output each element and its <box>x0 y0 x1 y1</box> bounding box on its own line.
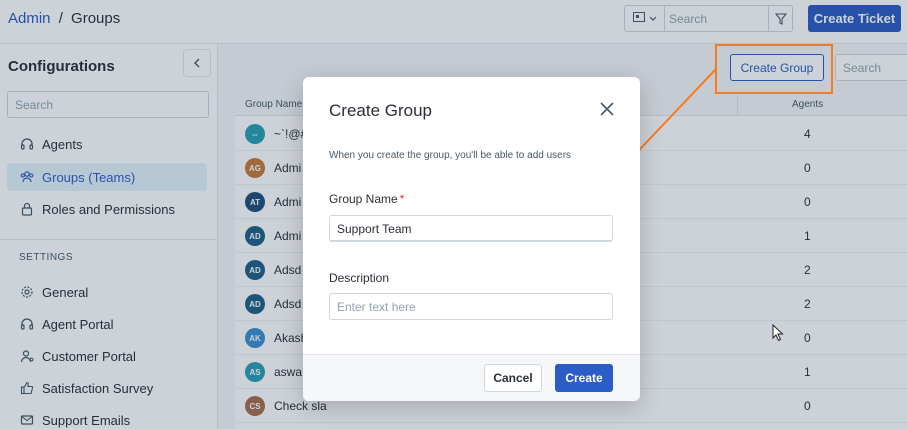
group-name-input[interactable]: Support Team <box>329 215 613 242</box>
group-name-label-text: Group Name <box>329 192 398 206</box>
create-group-modal: Create Group When you create the group, … <box>303 77 640 401</box>
modal-description: When you create the group, you'll be abl… <box>329 150 572 161</box>
close-icon[interactable] <box>597 99 617 119</box>
description-label: Description <box>329 271 390 285</box>
modal-title: Create Group <box>329 101 432 120</box>
group-name-label: Group Name * <box>329 192 404 206</box>
annotation-highlight-box <box>715 44 833 94</box>
create-button[interactable]: Create <box>555 364 613 392</box>
cancel-button[interactable]: Cancel <box>484 364 542 392</box>
description-input[interactable]: Enter text here <box>329 293 613 320</box>
required-indicator: * <box>399 192 405 206</box>
mouse-cursor-icon <box>772 324 784 342</box>
modal-footer: Cancel Create <box>303 354 640 401</box>
